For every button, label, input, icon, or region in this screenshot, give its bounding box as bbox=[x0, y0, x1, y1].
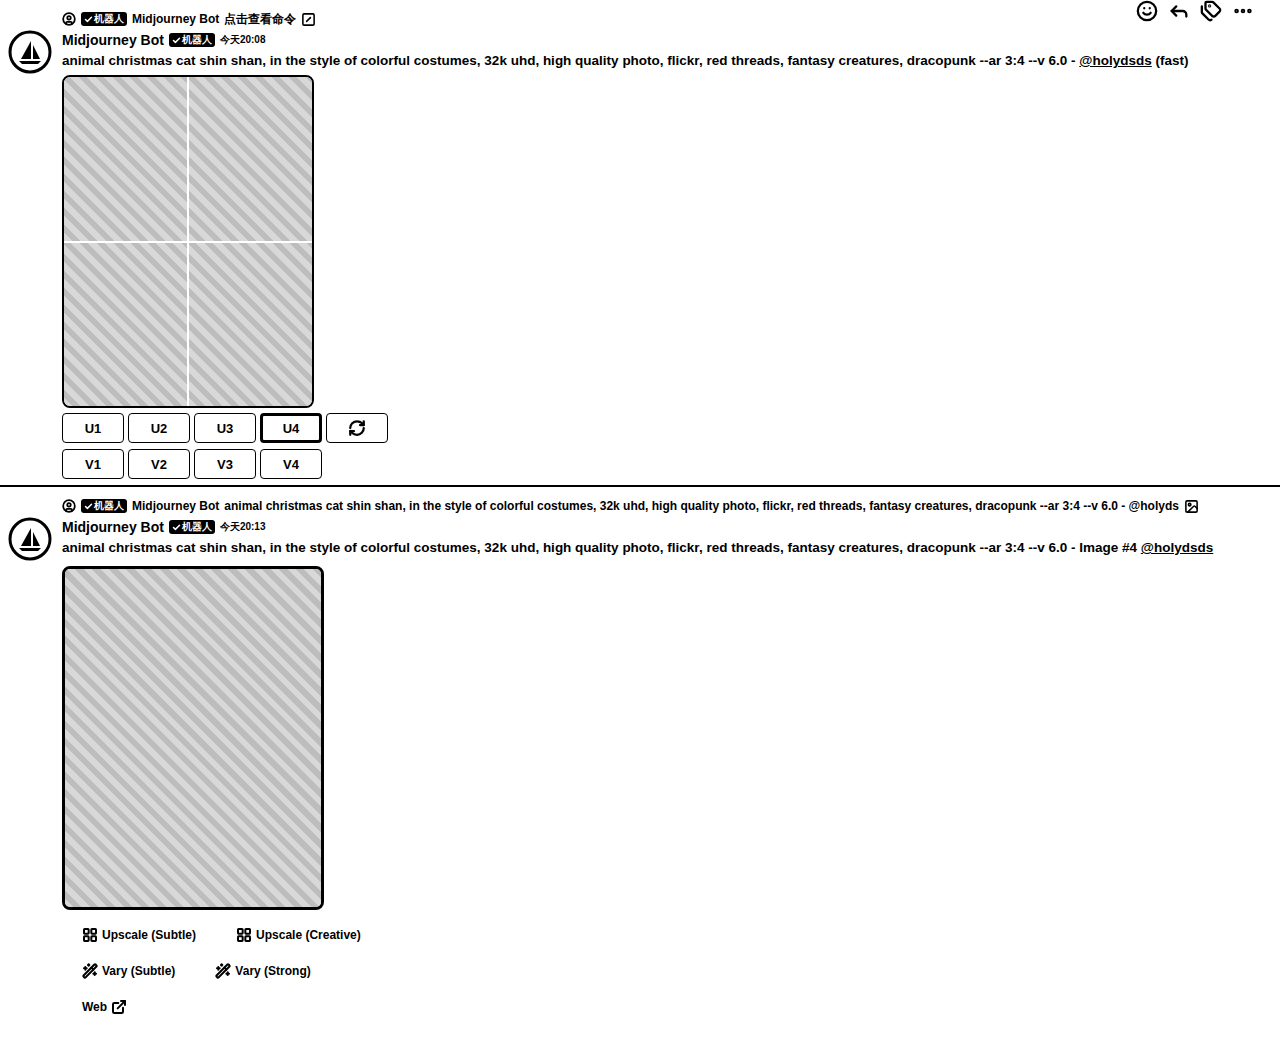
button-group: Upscale (Subtle) Upscale (Creative) Vary (… bbox=[62, 924, 1270, 1018]
reply-avatar-icon bbox=[62, 499, 76, 513]
tag-icon[interactable] bbox=[1200, 0, 1222, 22]
check-icon bbox=[172, 36, 181, 45]
image-grid[interactable] bbox=[62, 75, 314, 408]
reply-preview[interactable]: 机器人 Midjourney Bot 点击查看命令 bbox=[0, 10, 1270, 28]
button-row: V1V2V3V4 bbox=[62, 449, 1270, 479]
action-button[interactable]: Upscale (Subtle) bbox=[80, 924, 198, 946]
image-tile bbox=[64, 243, 187, 407]
action-button[interactable]: Web bbox=[80, 996, 129, 1018]
bot-avatar[interactable] bbox=[8, 517, 52, 561]
wand-icon bbox=[82, 963, 98, 979]
action-button[interactable]: Vary (Subtle) bbox=[80, 960, 177, 982]
action-button[interactable]: Upscale (Creative) bbox=[234, 924, 363, 946]
message-text: - bbox=[1067, 53, 1079, 68]
reply-avatar-icon bbox=[62, 12, 76, 26]
mention[interactable]: @holydsds bbox=[1079, 53, 1151, 68]
author-name[interactable]: Midjourney Bot bbox=[62, 30, 164, 50]
image-tile bbox=[189, 77, 312, 241]
message-text: animal christmas cat shin shan, in the s… bbox=[62, 540, 1067, 555]
reply-author[interactable]: Midjourney Bot bbox=[132, 498, 219, 514]
reply-text[interactable]: 点击查看命令 bbox=[224, 11, 296, 27]
message-content: animal christmas cat shin shan, in the s… bbox=[62, 50, 1270, 71]
message-text: (fast) bbox=[1152, 53, 1189, 68]
message-toolbar bbox=[1136, 0, 1254, 22]
message: 机器人Midjourney Bot点击查看命令Midjourney Bot机器人… bbox=[0, 0, 1280, 487]
reply-author[interactable]: Midjourney Bot bbox=[132, 11, 219, 27]
button-group: U1U2U3U4 V1V2V3V4 bbox=[62, 413, 1270, 479]
reroll-button[interactable] bbox=[326, 413, 388, 443]
action-button[interactable]: V2 bbox=[128, 449, 190, 479]
action-button[interactable]: Vary (Strong) bbox=[213, 960, 312, 982]
action-button[interactable]: U2 bbox=[128, 413, 190, 443]
button-row: Upscale (Subtle) Upscale (Creative) bbox=[62, 924, 1270, 946]
bot-badge: 机器人 bbox=[81, 499, 127, 513]
action-button[interactable]: U1 bbox=[62, 413, 124, 443]
mention[interactable]: @holydsds bbox=[1141, 540, 1213, 555]
message-text: animal christmas cat shin shan, in the s… bbox=[62, 53, 1067, 68]
message-body: Midjourney Bot 机器人今天20:08 animal christmas… bbox=[62, 30, 1270, 479]
reply-text[interactable]: animal christmas cat shin shan, in the s… bbox=[224, 498, 1179, 514]
reply-icon[interactable] bbox=[1168, 0, 1190, 22]
message-header: Midjourney Bot 机器人今天20:08 bbox=[62, 30, 1270, 50]
timestamp: 今天20:13 bbox=[220, 517, 266, 537]
upscale-icon bbox=[82, 927, 98, 943]
bot-badge: 机器人 bbox=[81, 12, 127, 26]
chat-page: 机器人Midjourney Bot点击查看命令Midjourney Bot机器人… bbox=[0, 0, 1280, 1059]
image-attachment[interactable] bbox=[62, 566, 324, 910]
message-row: Midjourney Bot 机器人今天20:13 animal christmas… bbox=[0, 517, 1270, 1018]
action-button[interactable]: V4 bbox=[260, 449, 322, 479]
check-icon bbox=[84, 502, 93, 511]
bot-avatar[interactable] bbox=[8, 30, 52, 74]
message: 机器人 Midjourney Bot animal christmas cat sh… bbox=[0, 487, 1280, 1026]
button-row: Vary (Subtle) Vary (Strong) bbox=[62, 960, 1270, 982]
message-text: - Image #4 bbox=[1067, 540, 1141, 555]
image-icon bbox=[1184, 499, 1199, 514]
external-link-icon bbox=[111, 999, 127, 1015]
message-header: Midjourney Bot 机器人今天20:13 bbox=[62, 517, 1270, 537]
image bbox=[65, 569, 321, 907]
button-row: Web bbox=[62, 996, 1270, 1018]
bot-badge: 机器人 bbox=[169, 33, 215, 47]
message-row: Midjourney Bot 机器人今天20:08 animal christmas… bbox=[0, 30, 1270, 479]
action-button[interactable]: U3 bbox=[194, 413, 256, 443]
check-icon bbox=[172, 523, 181, 532]
action-button[interactable]: V1 bbox=[62, 449, 124, 479]
bot-badge: 机器人 bbox=[169, 520, 215, 534]
action-button[interactable]: U4 bbox=[260, 413, 322, 443]
add-reaction-icon[interactable] bbox=[1136, 0, 1158, 22]
timestamp: 今天20:08 bbox=[220, 30, 266, 50]
more-icon[interactable] bbox=[1232, 0, 1254, 22]
message-body: Midjourney Bot 机器人今天20:13 animal christmas… bbox=[62, 517, 1270, 1018]
reply-preview[interactable]: 机器人 Midjourney Bot animal christmas cat sh… bbox=[0, 497, 1270, 515]
image-tile bbox=[189, 243, 312, 407]
wand-icon bbox=[215, 963, 231, 979]
author-name[interactable]: Midjourney Bot bbox=[62, 517, 164, 537]
button-row: U1U2U3U4 bbox=[62, 413, 1270, 443]
message-content: animal christmas cat shin shan, in the s… bbox=[62, 537, 1270, 558]
check-icon bbox=[84, 15, 93, 24]
midjourney-logo-icon bbox=[8, 30, 52, 74]
midjourney-logo-icon bbox=[8, 517, 52, 561]
command-icon bbox=[301, 12, 316, 27]
action-button[interactable]: V3 bbox=[194, 449, 256, 479]
reroll-icon bbox=[348, 419, 366, 437]
image-tile bbox=[64, 77, 187, 241]
upscale-icon bbox=[236, 927, 252, 943]
